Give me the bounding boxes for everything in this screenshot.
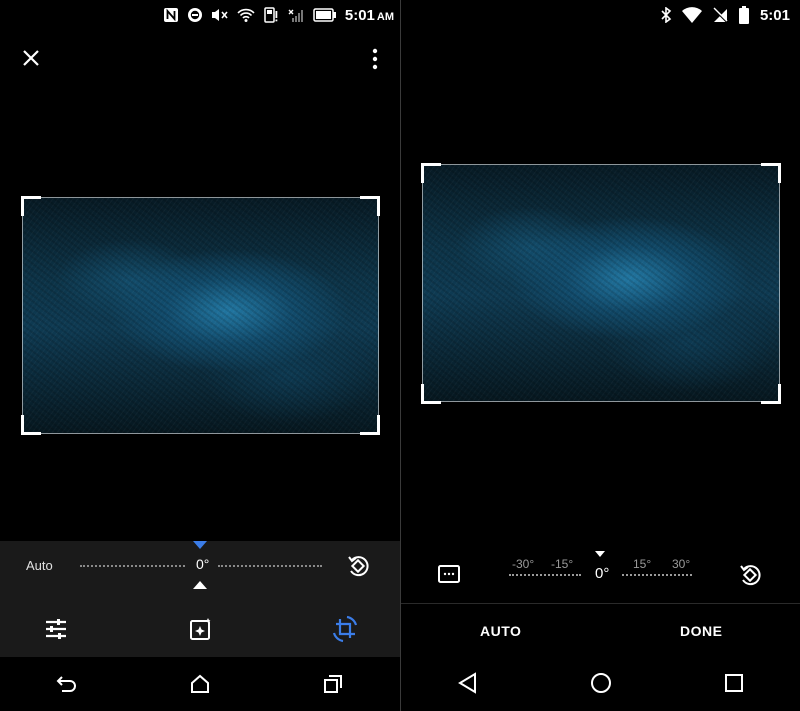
bluetooth-icon	[661, 7, 672, 23]
auto-straighten-button[interactable]: Auto	[26, 558, 53, 573]
nfc-icon	[163, 8, 178, 22]
aspect-ratio-icon[interactable]	[438, 565, 460, 583]
close-icon[interactable]	[22, 49, 40, 67]
recents-icon[interactable]	[723, 672, 745, 694]
status-time: 5:01	[759, 6, 790, 24]
rotate-icon[interactable]	[738, 561, 764, 587]
right-screen: 5:01 -30° -15° 0° 15° 30° AUTO DONE	[401, 0, 800, 711]
crop-rotate-icon[interactable]	[331, 615, 359, 643]
auto-button[interactable]: AUTO	[480, 623, 521, 639]
crop-handle-bottom-right[interactable]	[761, 384, 781, 404]
battery-icon	[313, 8, 336, 22]
signal-icon	[288, 9, 303, 22]
more-vert-icon[interactable]	[369, 48, 381, 70]
crop-handle-bottom-right[interactable]	[360, 415, 380, 435]
angle-pointer-bottom	[193, 581, 207, 589]
status-bar: 5:01 AM	[0, 0, 400, 30]
back-icon[interactable]	[457, 672, 479, 694]
angle-dial-right[interactable]	[218, 565, 322, 567]
status-time: 5:01 AM	[344, 6, 394, 24]
done-button[interactable]: DONE	[680, 623, 722, 639]
battery-icon	[738, 6, 749, 24]
left-screen: 5:01 AM Auto 0°	[0, 0, 400, 711]
filters-icon[interactable]	[189, 617, 213, 641]
angle-scale-right[interactable]	[622, 574, 692, 576]
mute-icon	[211, 9, 228, 21]
navigation-bar	[0, 657, 400, 711]
crop-handle-top-right[interactable]	[360, 196, 380, 216]
dnd-icon	[187, 8, 202, 22]
photo-image[interactable]	[422, 164, 780, 402]
sim-icon	[264, 7, 278, 23]
angle-dial-left[interactable]	[80, 565, 185, 567]
back-icon[interactable]	[56, 674, 78, 694]
no-sim-icon	[712, 7, 728, 23]
rotate-icon[interactable]	[346, 552, 372, 578]
home-icon[interactable]	[590, 672, 612, 694]
status-bar: 5:01	[401, 0, 800, 30]
angle-tick-label: -15°	[551, 557, 574, 571]
recents-icon[interactable]	[322, 674, 344, 694]
crop-handle-bottom-left[interactable]	[421, 384, 441, 404]
home-icon[interactable]	[189, 674, 211, 694]
crop-handle-top-right[interactable]	[761, 163, 781, 183]
wifi-icon	[237, 8, 255, 22]
angle-tick-label: 15°	[633, 557, 652, 571]
crop-handle-top-left[interactable]	[421, 163, 441, 183]
wifi-icon	[681, 7, 702, 23]
angle-pointer-top	[193, 541, 207, 549]
adjust-icon[interactable]	[44, 618, 68, 640]
angle-pointer	[595, 551, 605, 557]
navigation-bar	[401, 655, 800, 711]
crop-handle-top-left[interactable]	[21, 196, 41, 216]
angle-tick-label: 30°	[672, 557, 691, 571]
crop-handle-bottom-left[interactable]	[21, 415, 41, 435]
angle-tick-label: -30°	[512, 557, 535, 571]
angle-value: 0°	[196, 556, 210, 572]
photo-image[interactable]	[22, 197, 379, 434]
angle-value: 0°	[595, 565, 610, 582]
tool-strip: Auto 0°	[0, 541, 400, 657]
bottom-divider	[401, 603, 800, 604]
angle-scale-left[interactable]	[509, 574, 581, 576]
